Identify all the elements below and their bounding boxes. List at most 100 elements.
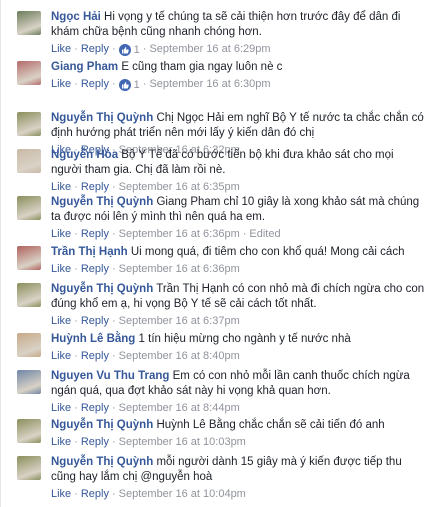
- comment-body: Nguyễn Hòa Bộ Y Tế đã có bước tiến bộ kh…: [51, 148, 426, 194]
- comment-timestamp[interactable]: September 16 at 6:35pm: [119, 181, 240, 193]
- separator: ·: [111, 350, 116, 362]
- separator: ·: [74, 78, 78, 90]
- separator: ·: [111, 315, 116, 327]
- comment-body: Nguyễn Thị Quỳnh Huỳnh Lê Bằng chắc chắn…: [51, 418, 426, 449]
- edited-label[interactable]: Edited: [249, 228, 280, 240]
- like-link[interactable]: Like: [51, 228, 71, 240]
- comment-author[interactable]: Giang Pham: [51, 61, 118, 73]
- avatar[interactable]: [17, 419, 41, 443]
- like-link[interactable]: Like: [51, 436, 71, 448]
- separator: ·: [111, 402, 116, 414]
- like-link[interactable]: Like: [51, 402, 71, 414]
- separator: ·: [74, 402, 78, 414]
- separator: ·: [111, 488, 116, 500]
- comment-timestamp[interactable]: September 16 at 10:03pm: [119, 436, 246, 448]
- reply-link[interactable]: Reply: [81, 402, 109, 414]
- comment-author[interactable]: Nguyễn Thị Quỳnh: [51, 196, 153, 208]
- comment-timestamp[interactable]: September 16 at 8:40pm: [119, 350, 240, 362]
- separator: ·: [74, 488, 78, 500]
- comment-text: E cũng tham gia ngay luôn nè c: [121, 61, 283, 73]
- reply-link[interactable]: Reply: [81, 488, 109, 500]
- separator: ·: [111, 436, 116, 448]
- comment-timestamp[interactable]: September 16 at 6:29pm: [149, 43, 270, 55]
- comment-author[interactable]: Nguyen Vu Thu Trang: [51, 370, 169, 382]
- reply-link[interactable]: Reply: [81, 315, 109, 327]
- like-link[interactable]: Like: [51, 350, 71, 362]
- thumbs-up-icon: [118, 79, 131, 91]
- comment-author[interactable]: Ngọc Hải: [51, 11, 101, 23]
- like-link[interactable]: Like: [51, 315, 71, 327]
- separator: ·: [74, 228, 78, 240]
- comment-text: 1 tín hiệu mừng cho ngành y tế nước nhà: [138, 333, 351, 345]
- thumbs-up-icon: [118, 44, 131, 56]
- like-link[interactable]: Like: [51, 43, 71, 55]
- comment-body: Nguyen Vu Thu Trang Em có con nhỏ mỗi lầ…: [51, 369, 426, 415]
- separator: ·: [111, 263, 116, 275]
- like-link[interactable]: Like: [51, 263, 71, 275]
- separator: ·: [74, 436, 78, 448]
- separator: ·: [74, 263, 78, 275]
- reply-link[interactable]: Reply: [81, 228, 109, 240]
- separator: ·: [111, 43, 116, 55]
- comment-actions: Like · Reply · 1 · September 16 at 6:30pm: [51, 77, 426, 92]
- comment-actions: Like · Reply · September 16 at 8:44pm: [51, 401, 426, 415]
- avatar[interactable]: [17, 456, 41, 480]
- reply-link[interactable]: Reply: [81, 78, 109, 90]
- comment-author[interactable]: Nguyễn Thị Quỳnh: [51, 283, 153, 295]
- avatar[interactable]: [17, 283, 41, 307]
- avatar[interactable]: [17, 370, 41, 394]
- comment-timestamp[interactable]: September 16 at 6:37pm: [119, 315, 240, 327]
- separator: ·: [111, 181, 116, 193]
- comment-body: Ngọc Hải Hi vọng y tế chúng ta sẽ cải th…: [51, 10, 426, 57]
- comment-text: Hi vọng y tế chúng ta sẽ cải thiện hơn t…: [51, 11, 401, 38]
- comment-timestamp[interactable]: September 16 at 8:44pm: [119, 402, 240, 414]
- avatar[interactable]: [17, 246, 41, 270]
- reply-link[interactable]: Reply: [81, 43, 109, 55]
- avatar[interactable]: [17, 196, 41, 220]
- avatar[interactable]: [17, 112, 41, 136]
- like-link[interactable]: Like: [51, 488, 71, 500]
- separator: ·: [142, 43, 147, 55]
- comment-actions: Like · Reply · September 16 at 6:35pm: [51, 180, 426, 194]
- comment-actions: Like · Reply · September 16 at 10:03pm: [51, 435, 426, 449]
- comment-author[interactable]: Nguyễn Thị Quỳnh: [51, 112, 153, 124]
- separator: ·: [74, 181, 78, 193]
- comment-body: Nguyễn Thị Quỳnh mỗi người dành 15 giây …: [51, 455, 426, 501]
- separator: ·: [74, 350, 78, 362]
- separator: ·: [111, 78, 116, 90]
- comment-body: Nguyễn Thị Quỳnh Trần Thị Hạnh có con nh…: [51, 282, 426, 328]
- comment-author[interactable]: Trần Thị Hạnh: [51, 246, 128, 258]
- reaction-count[interactable]: 1: [118, 43, 140, 57]
- comment-text: Huỳnh Lê Bằng chắc chắn sẽ cải tiến đó a…: [156, 419, 385, 431]
- comment-timestamp[interactable]: September 16 at 6:30pm: [149, 78, 270, 90]
- reply-link[interactable]: Reply: [81, 436, 109, 448]
- comment-text: Ui mong quá, đi tiêm cho con khổ quá! Mo…: [130, 246, 405, 258]
- comment-body: Nguyễn Thị Quỳnh Giang Pham chỉ 10 giây …: [51, 195, 426, 241]
- comment-body: Giang Pham E cũng tham gia ngay luôn nè …: [51, 60, 426, 92]
- comment-body: Trần Thị Hạnh Ui mong quá, đi tiêm cho c…: [51, 245, 426, 276]
- comment-author[interactable]: Nguyễn Thị Quỳnh: [51, 456, 153, 468]
- comment-timestamp[interactable]: September 16 at 10:04pm: [119, 488, 246, 500]
- separator: ·: [111, 228, 116, 240]
- avatar[interactable]: [17, 333, 41, 357]
- avatar[interactable]: [17, 149, 41, 173]
- avatar[interactable]: [17, 61, 41, 85]
- comment-actions: Like · Reply · 1 · September 16 at 6:29pm: [51, 42, 426, 57]
- separator: ·: [242, 228, 247, 240]
- reaction-number: 1: [133, 79, 140, 91]
- reply-link[interactable]: Reply: [81, 263, 109, 275]
- comment-author[interactable]: Huỳnh Lê Bằng: [51, 333, 135, 345]
- like-link[interactable]: Like: [51, 78, 71, 90]
- avatar[interactable]: [17, 11, 41, 35]
- reaction-count[interactable]: 1: [118, 78, 140, 92]
- comment-timestamp[interactable]: September 16 at 6:36pm: [119, 228, 240, 240]
- comment-author[interactable]: Nguyễn Thị Quỳnh: [51, 419, 153, 431]
- reply-link[interactable]: Reply: [81, 181, 109, 193]
- separator: ·: [74, 315, 78, 327]
- comment-timestamp[interactable]: September 16 at 6:36pm: [119, 263, 240, 275]
- comment-actions: Like · Reply · September 16 at 6:36pm: [51, 262, 426, 276]
- comment-author[interactable]: Nguyễn Hòa: [51, 149, 118, 161]
- like-link[interactable]: Like: [51, 181, 71, 193]
- comment-actions: Like · Reply · September 16 at 10:04pm: [51, 487, 426, 501]
- reply-link[interactable]: Reply: [81, 350, 109, 362]
